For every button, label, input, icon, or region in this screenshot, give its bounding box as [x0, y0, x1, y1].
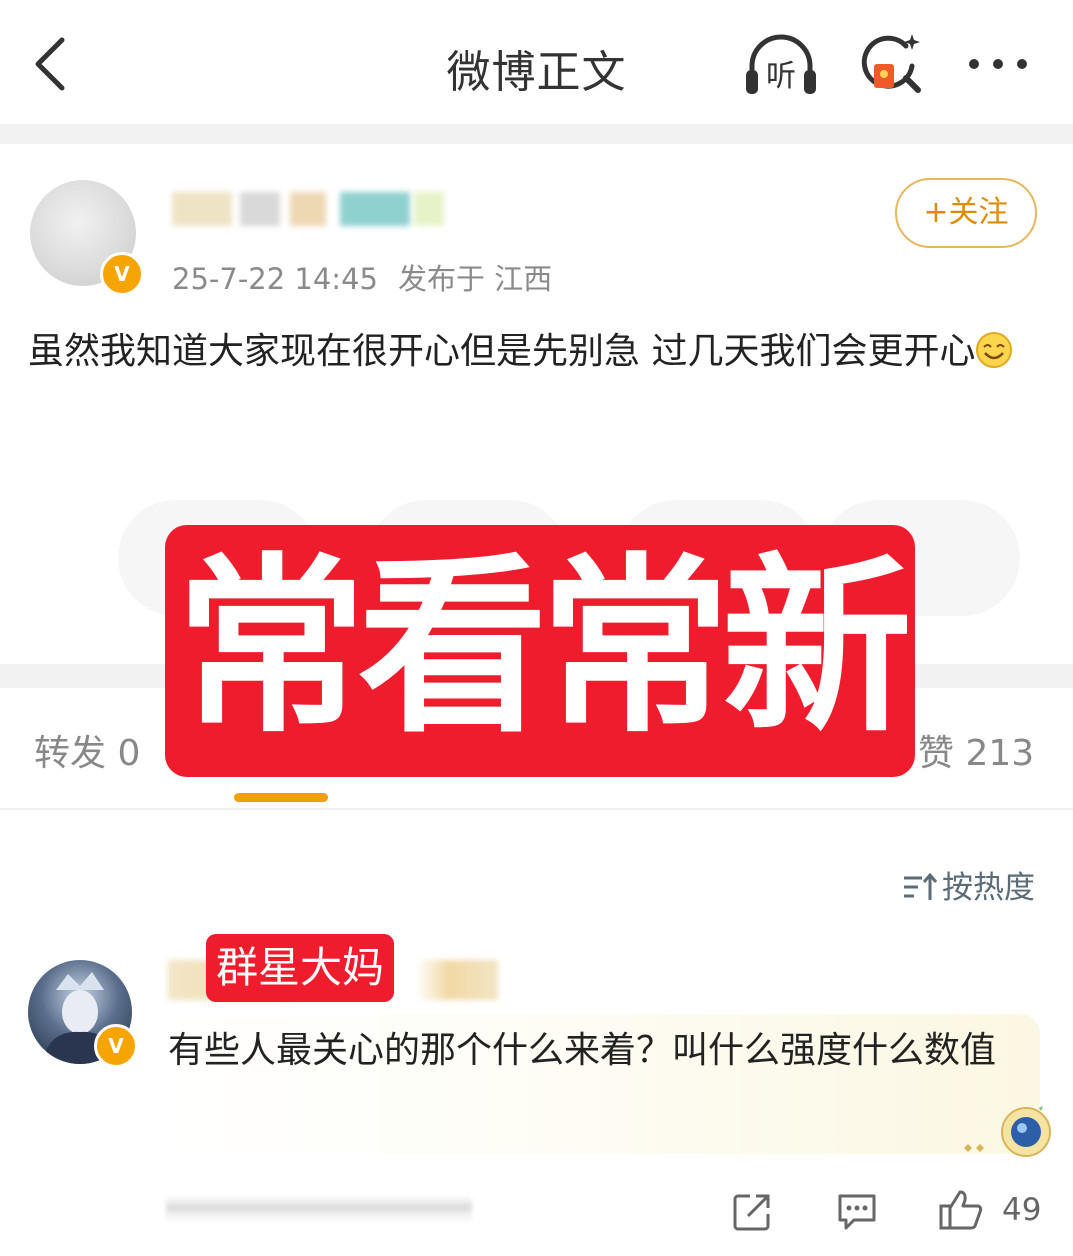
author-name[interactable]: [172, 192, 444, 230]
post-location: 发布于 江西: [397, 262, 553, 296]
listen-headphones-icon[interactable]: 听: [742, 30, 820, 100]
more-options-icon[interactable]: [966, 52, 1030, 76]
commenter-verified-badge-icon: V: [94, 1024, 138, 1068]
sort-icon: [904, 872, 938, 900]
comment-text: 有些人最关心的那个什么来着？叫什么强度什么数值: [168, 1030, 997, 1071]
comment-timestamp: [166, 1196, 472, 1224]
post-meta: 25-7-22 14:45 发布于 江西: [172, 256, 552, 298]
commenter-label: 群星大妈: [206, 934, 395, 1002]
verified-badge-icon: V: [100, 252, 144, 296]
sort-by-hot-button[interactable]: 按热度: [902, 862, 1035, 907]
section-divider: [0, 808, 1073, 810]
listen-label: 听: [766, 59, 796, 94]
tab-repost[interactable]: 转发 0: [34, 724, 140, 776]
tab-like[interactable]: 赞 213: [918, 724, 1034, 776]
comment-icon[interactable]: [836, 1192, 878, 1232]
comment-like-count: 49: [1002, 1192, 1042, 1228]
post-timestamp: 25-7-22 14:45: [172, 262, 378, 296]
post-body: 虽然我知道大家现在很开心但是先别急 过几天我们会更开心: [28, 322, 1038, 382]
like-thumb-icon[interactable]: [938, 1188, 984, 1232]
active-tab-indicator: [234, 793, 328, 802]
search-icon[interactable]: [860, 30, 926, 96]
section-divider: [0, 124, 1073, 144]
post-text: 虽然我知道大家现在很开心但是先别急 过几天我们会更开心: [28, 331, 976, 372]
bubble-decoration-icon: [964, 1104, 1051, 1157]
follow-button[interactable]: +关注: [895, 178, 1037, 248]
smile-emoji-icon: [976, 332, 1013, 368]
sort-label: 按热度: [942, 870, 1035, 906]
share-icon[interactable]: [732, 1192, 772, 1232]
overlay-stamp-text: 常看常新: [175, 537, 912, 758]
